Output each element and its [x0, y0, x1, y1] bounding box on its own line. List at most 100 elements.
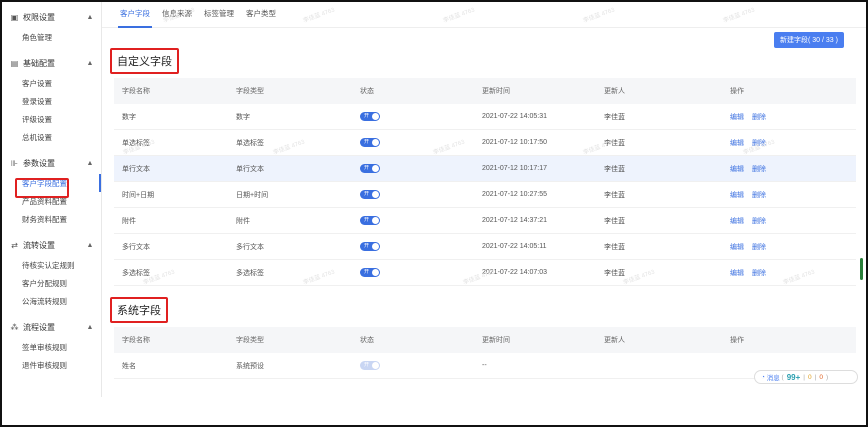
update-time: 2021-07-22 14:05:31 — [482, 113, 547, 120]
field-name: 数字 — [122, 113, 136, 121]
caret-up-icon: ▲ — [86, 241, 94, 249]
sidebar-item[interactable]: 评级设置 — [2, 110, 101, 128]
caret-up-icon: ▲ — [86, 59, 94, 67]
field-type: 附件 — [236, 217, 250, 225]
update-user: 李佳蓝 — [604, 243, 625, 251]
sidebar-item[interactable]: 待核实认定规则 — [2, 256, 101, 274]
message-count-3: 0 — [819, 373, 823, 381]
update-time: 2021-07-12 10:27:55 — [482, 191, 547, 198]
column-header: 更新时间 — [482, 88, 510, 95]
message-count-2: 0 — [808, 373, 812, 381]
sidebar-item[interactable]: 产品资料配置 — [2, 192, 101, 210]
new-field-button[interactable]: 新建字段( 30 / 33 ) — [774, 32, 844, 48]
sidebar-group-1[interactable]: ▤ 基础配置 ▲ — [2, 52, 101, 74]
table-row: 单行文本 单行文本 开 2021-07-12 10:17:17 李佳蓝 编辑 删除 — [114, 156, 856, 182]
delete-link[interactable]: 删除 — [752, 244, 766, 251]
custom-fields-table: 字段名称 字段类型 状态 更新时间 更新人 操作 数字 数字 开 2021-07-22 1… — [114, 78, 856, 286]
tab-3[interactable]: 客户类型 — [240, 8, 282, 27]
status-toggle[interactable]: 开 — [360, 361, 380, 370]
doc-icon: ▤ — [10, 58, 19, 68]
sidebar: ▣ 权限设置 ▲ 角色管理 ▤ 基础配置 ▲ 客户设置 登录设置 评级设置 总机设置 … — [2, 2, 102, 397]
sidebar-item[interactable]: 财务资料配置 — [2, 210, 101, 228]
sidebar-item[interactable]: 签单审核规则 — [2, 338, 101, 356]
delete-link[interactable]: 删除 — [752, 192, 766, 199]
field-type: 单行文本 — [236, 165, 264, 173]
sidebar-item[interactable]: 客户设置 — [2, 74, 101, 92]
update-time: 2021-07-12 10:17:50 — [482, 139, 547, 146]
update-time: -- — [482, 362, 487, 369]
bottom-strip — [2, 397, 866, 425]
edit-link[interactable]: 编辑 — [730, 244, 744, 251]
update-time: 2021-07-12 14:37:21 — [482, 217, 547, 224]
field-name: 时间+日期 — [122, 191, 155, 199]
table-header: 字段名称 字段类型 状态 更新时间 更新人 操作 — [114, 78, 856, 104]
sidebar-group-label: 流转设置 — [23, 240, 55, 250]
shield-icon: ▣ — [10, 12, 19, 22]
sidebar-item[interactable]: 角色管理 — [2, 28, 101, 46]
message-count: 99+ — [786, 372, 801, 382]
status-toggle[interactable]: 开 — [360, 190, 380, 199]
sidebar-group-label: 流程设置 — [23, 322, 55, 332]
delete-link[interactable]: 删除 — [752, 166, 766, 173]
sidebar-group-3[interactable]: ⇄ 流转设置 ▲ — [2, 234, 101, 256]
table-row: 时间+日期 日期+时间 开 2021-07-12 10:27:55 李佳蓝 编辑… — [114, 182, 856, 208]
column-header: 字段类型 — [236, 88, 264, 95]
edit-link[interactable]: 编辑 — [730, 140, 744, 147]
field-type: 多行文本 — [236, 243, 264, 251]
flow-icon: ⇄ — [11, 240, 18, 250]
edit-link[interactable]: 编辑 — [730, 114, 744, 121]
status-toggle[interactable]: 开 — [360, 164, 380, 173]
edit-link[interactable]: 编辑 — [730, 270, 744, 277]
column-header: 更新人 — [604, 337, 625, 344]
sidebar-group-2[interactable]: ⊪ 参数设置 ▲ — [2, 152, 101, 174]
field-name: 单行文本 — [122, 165, 150, 173]
tab-0[interactable]: 客户字段 — [114, 8, 156, 28]
sidebar-item[interactable]: 登录设置 — [2, 92, 101, 110]
column-header: 状态 — [360, 88, 374, 95]
field-name: 姓名 — [122, 362, 136, 370]
update-user: 李佳蓝 — [604, 139, 625, 147]
column-header: 字段名称 — [122, 337, 150, 344]
column-header: 字段名称 — [122, 88, 150, 95]
delete-link[interactable]: 删除 — [752, 114, 766, 121]
field-name: 附件 — [122, 217, 136, 225]
status-toggle[interactable]: 开 — [360, 242, 380, 251]
status-toggle[interactable]: 开 — [360, 138, 380, 147]
update-user: 李佳蓝 — [604, 217, 625, 225]
delete-link[interactable]: 删除 — [752, 218, 766, 225]
edit-link[interactable]: 编辑 — [730, 218, 744, 225]
field-type: 日期+时间 — [236, 191, 269, 199]
delete-link[interactable]: 删除 — [752, 270, 766, 277]
column-header: 更新时间 — [482, 337, 510, 344]
field-type: 多选标签 — [236, 269, 264, 277]
sidebar-item[interactable]: 公海流转规则 — [2, 292, 101, 310]
sidebar-group-4[interactable]: ⁂ 流程设置 ▲ — [2, 316, 101, 338]
column-header: 状态 — [360, 337, 374, 344]
column-header: 操作 — [730, 337, 744, 344]
sidebar-item[interactable]: 退件审核规则 — [2, 356, 101, 374]
tab-2[interactable]: 标签管理 — [198, 8, 240, 27]
update-time: 2021-07-22 14:05:11 — [482, 243, 547, 250]
caret-up-icon: ▲ — [86, 159, 94, 167]
custom-section-title: 自定义字段 — [110, 48, 179, 74]
main-content: 客户字段 信息来源 标签管理 客户类型 新建字段( 30 / 33 ) 自定义字段 字… — [102, 2, 866, 397]
field-name: 多行文本 — [122, 243, 150, 251]
edit-link[interactable]: 编辑 — [730, 192, 744, 199]
status-toggle[interactable]: 开 — [360, 216, 380, 225]
sidebar-item[interactable]: 客户字段配置 — [2, 174, 101, 192]
sidebar-group-0[interactable]: ▣ 权限设置 ▲ — [2, 6, 101, 28]
edit-link[interactable]: 编辑 — [730, 166, 744, 173]
sidebar-item[interactable]: 总机设置 — [2, 128, 101, 146]
message-badge[interactable]: ◔ 消息 ( 99+ | 0 | 0 ) — [754, 370, 858, 384]
sidebar-item[interactable]: 客户分配规则 — [2, 274, 101, 292]
field-name: 多选标签 — [122, 269, 150, 277]
system-fields-table: 字段名称 字段类型 状态 更新时间 更新人 操作 姓名 系统预设 开 -- — [114, 327, 856, 379]
status-toggle[interactable]: 开 — [360, 112, 380, 121]
scrollbar-thumb[interactable] — [860, 258, 863, 280]
field-type: 系统预设 — [236, 362, 264, 370]
table-row: 姓名 系统预设 开 -- — [114, 353, 856, 379]
status-toggle[interactable]: 开 — [360, 268, 380, 277]
caret-up-icon: ▲ — [86, 323, 94, 331]
update-time: 2021-07-22 14:07:03 — [482, 269, 547, 276]
update-user: 李佳蓝 — [604, 113, 625, 121]
